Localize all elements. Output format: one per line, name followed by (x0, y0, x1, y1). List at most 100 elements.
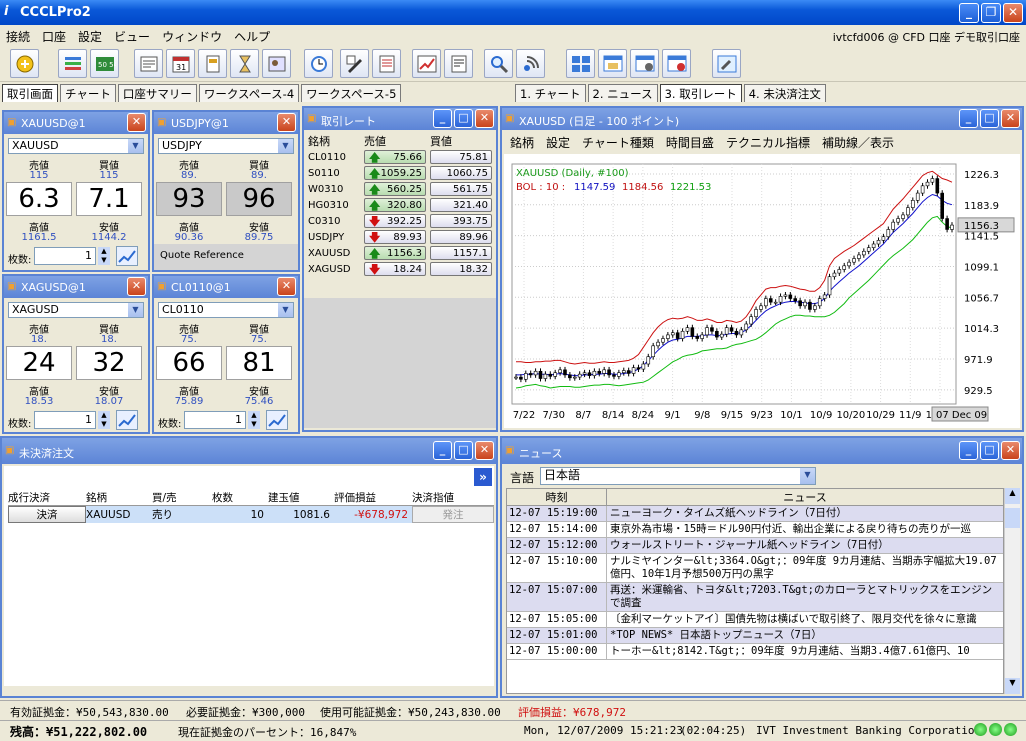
report-tool-button[interactable] (372, 49, 401, 78)
news-tool-button[interactable] (134, 49, 163, 78)
buy-price-button[interactable]: 7.1 (76, 182, 142, 216)
rates-row[interactable]: C0310 🡇 392.25 393.75 (306, 213, 494, 229)
connect-tool-button[interactable] (10, 49, 39, 78)
close-button[interactable]: ✕ (1003, 3, 1023, 23)
sell-price-button[interactable]: 6.3 (6, 182, 72, 216)
qty-input[interactable]: 1 (184, 411, 246, 429)
symbol-select[interactable]: CL0110 ▼ (158, 302, 294, 318)
menu-connect[interactable]: 接続 (0, 25, 36, 45)
minimize-button[interactable]: _ (959, 3, 979, 23)
rates-maximize-button[interactable]: □ (454, 109, 473, 128)
buy-price-button[interactable]: 96 (226, 182, 292, 216)
chart-menu-type[interactable]: チャート種類 (582, 136, 654, 150)
sign-tool-button[interactable] (340, 49, 369, 78)
quote-close-button[interactable]: ✕ (277, 277, 296, 296)
scroll-thumb[interactable] (1005, 508, 1020, 528)
alert-tool-button[interactable] (304, 49, 333, 78)
chart-menu-symbol[interactable]: 銘柄 (510, 136, 534, 150)
orders-minimize-button[interactable]: _ (433, 441, 452, 460)
tools-tool-button[interactable] (712, 49, 741, 78)
sell-rate-button[interactable]: 🡅 560.25 (364, 182, 426, 196)
sell-rate-button[interactable]: 🡅 1059.25 (364, 166, 426, 180)
rates-close-button[interactable]: ✕ (475, 109, 494, 128)
broadcast-tool-button[interactable] (516, 49, 545, 78)
news-row[interactable]: 12-07 15:12:00 ウォールストリート・ジャーナル紙ヘッドライン（7日付… (507, 538, 1003, 554)
scroll-down-icon[interactable]: ▼ (1005, 678, 1020, 694)
rates-row[interactable]: HG0310 🡅 320.80 321.40 (306, 197, 494, 213)
rates-row[interactable]: USDJPY 🡇 89.93 89.96 (306, 229, 494, 245)
news-row[interactable]: 12-07 15:05:00 〔金利マーケットアイ〕国債先物は横ばいで取引終了、限… (507, 612, 1003, 628)
rates-row[interactable]: W0310 🡅 560.25 561.75 (306, 181, 494, 197)
scroll-up-icon[interactable]: ▲ (1005, 488, 1020, 504)
rates-minimize-button[interactable]: _ (433, 109, 452, 128)
quote-close-button[interactable]: ✕ (127, 277, 146, 296)
news-row[interactable]: 12-07 15:01:00 *TOP NEWS* 日本語トップニュース（7日） (507, 628, 1003, 644)
table-row[interactable]: 決済 XAUUSD 売り 10 1081.6 -¥678,972 発注 (8, 505, 494, 523)
limit-order-button[interactable]: 発注 (412, 506, 494, 523)
rates-row[interactable]: CL0110 🡅 75.66 75.81 (306, 149, 494, 165)
menu-help[interactable]: ヘルプ (228, 25, 276, 45)
menu-window[interactable]: ウィンドウ (156, 25, 228, 45)
price-chart[interactable]: 1226.3 1183.9 1141.5 1099.1 1056.7 1014.3 971.… (504, 154, 1020, 428)
news-close-button[interactable]: ✕ (1001, 441, 1020, 460)
tab-trade[interactable]: 取引画面 (2, 84, 58, 102)
tab-workspace-5[interactable]: ワークスペース-5 (301, 84, 402, 102)
qty-stepper[interactable]: ▲ ▼ (98, 247, 110, 265)
chart-close-button[interactable]: ✕ (1001, 109, 1020, 128)
menu-view[interactable]: ビュー (108, 25, 156, 45)
buy-rate-button[interactable]: 561.75 (430, 182, 492, 196)
sell-rate-button[interactable]: 🡇 18.24 (364, 262, 426, 276)
restore-button[interactable]: ❐ (981, 3, 1001, 23)
document-tool-button[interactable] (198, 49, 227, 78)
news-row[interactable]: 12-07 15:07:00 再送：米運輸省、トヨタ&lt;7203.T&gt;の… (507, 583, 1003, 612)
chart-menu-drawing[interactable]: 補助線／表示 (822, 136, 894, 150)
tab-panel-chart[interactable]: 1. チャート (515, 84, 586, 102)
rates-row[interactable]: XAUUSD 🡅 1156.3 1157.1 (306, 245, 494, 261)
qty-stepper[interactable]: ▲ ▼ (248, 411, 260, 429)
qty-stepper[interactable]: ▲ ▼ (98, 411, 110, 429)
expand-orders-button[interactable]: » (474, 468, 492, 486)
orders-close-button[interactable]: ✕ (475, 441, 494, 460)
tab-panel-rates[interactable]: 3. 取引レート (659, 84, 742, 102)
settle-button[interactable]: 決済 (8, 506, 86, 523)
tab-panel-news[interactable]: 2. ニュース (587, 84, 658, 102)
minimize-all-tool-button[interactable] (630, 49, 659, 78)
orders-maximize-button[interactable]: □ (454, 441, 473, 460)
symbol-select[interactable]: XAUUSD ▼ (8, 138, 144, 154)
chart-menu-timescale[interactable]: 時間目盛 (666, 136, 714, 150)
tab-chart[interactable]: チャート (60, 84, 116, 102)
sell-rate-button[interactable]: 🡅 1156.3 (364, 246, 426, 260)
buy-rate-button[interactable]: 1060.75 (430, 166, 492, 180)
sell-rate-button[interactable]: 🡇 89.93 (364, 230, 426, 244)
quote-board-tool-button[interactable]: 50 54 (90, 49, 119, 78)
rates-row[interactable]: XAGUSD 🡇 18.24 18.32 (306, 261, 494, 277)
chart-menu-indicators[interactable]: テクニカル指標 (726, 136, 810, 150)
rates-row[interactable]: S0110 🡅 1059.25 1060.75 (306, 165, 494, 181)
chart-tool-button[interactable] (412, 49, 441, 78)
buy-rate-button[interactable]: 1157.1 (430, 246, 492, 260)
mini-chart-button[interactable] (116, 246, 138, 266)
symbol-select[interactable]: USDJPY ▼ (158, 138, 294, 154)
sell-rate-button[interactable]: 🡅 75.66 (364, 150, 426, 164)
news-row[interactable]: 12-07 15:19:00 ニューヨーク・タイムズ紙ヘッドライン（7日付） (507, 506, 1003, 522)
news-minimize-button[interactable]: _ (959, 441, 978, 460)
calendar-tool-button[interactable]: 31 (166, 49, 195, 78)
qty-input[interactable]: 1 (34, 411, 96, 429)
sell-price-button[interactable]: 24 (6, 346, 72, 380)
buy-rate-button[interactable]: 18.32 (430, 262, 492, 276)
sell-price-button[interactable]: 93 (156, 182, 222, 216)
buy-rate-button[interactable]: 89.96 (430, 230, 492, 244)
news-row[interactable]: 12-07 15:14:00 東京外為市場・15時＝ドル90円付近、輸出企業による… (507, 522, 1003, 538)
quote-close-button[interactable]: ✕ (127, 113, 146, 132)
close-all-tool-button[interactable] (662, 49, 691, 78)
sell-price-button[interactable]: 66 (156, 346, 222, 380)
menu-settings[interactable]: 設定 (72, 25, 108, 45)
tab-account-summary[interactable]: 口座サマリー (117, 84, 197, 102)
statement-tool-button[interactable] (444, 49, 473, 78)
buy-rate-button[interactable]: 393.75 (430, 214, 492, 228)
tile-tool-button[interactable] (566, 49, 595, 78)
tab-panel-orders[interactable]: 4. 未決済注文 (743, 84, 826, 102)
chart-minimize-button[interactable]: _ (959, 109, 978, 128)
news-row[interactable]: 12-07 15:00:00 トーホー&lt;8142.T&gt;：09年度 9カ… (507, 644, 1003, 660)
chart-maximize-button[interactable]: □ (980, 109, 999, 128)
